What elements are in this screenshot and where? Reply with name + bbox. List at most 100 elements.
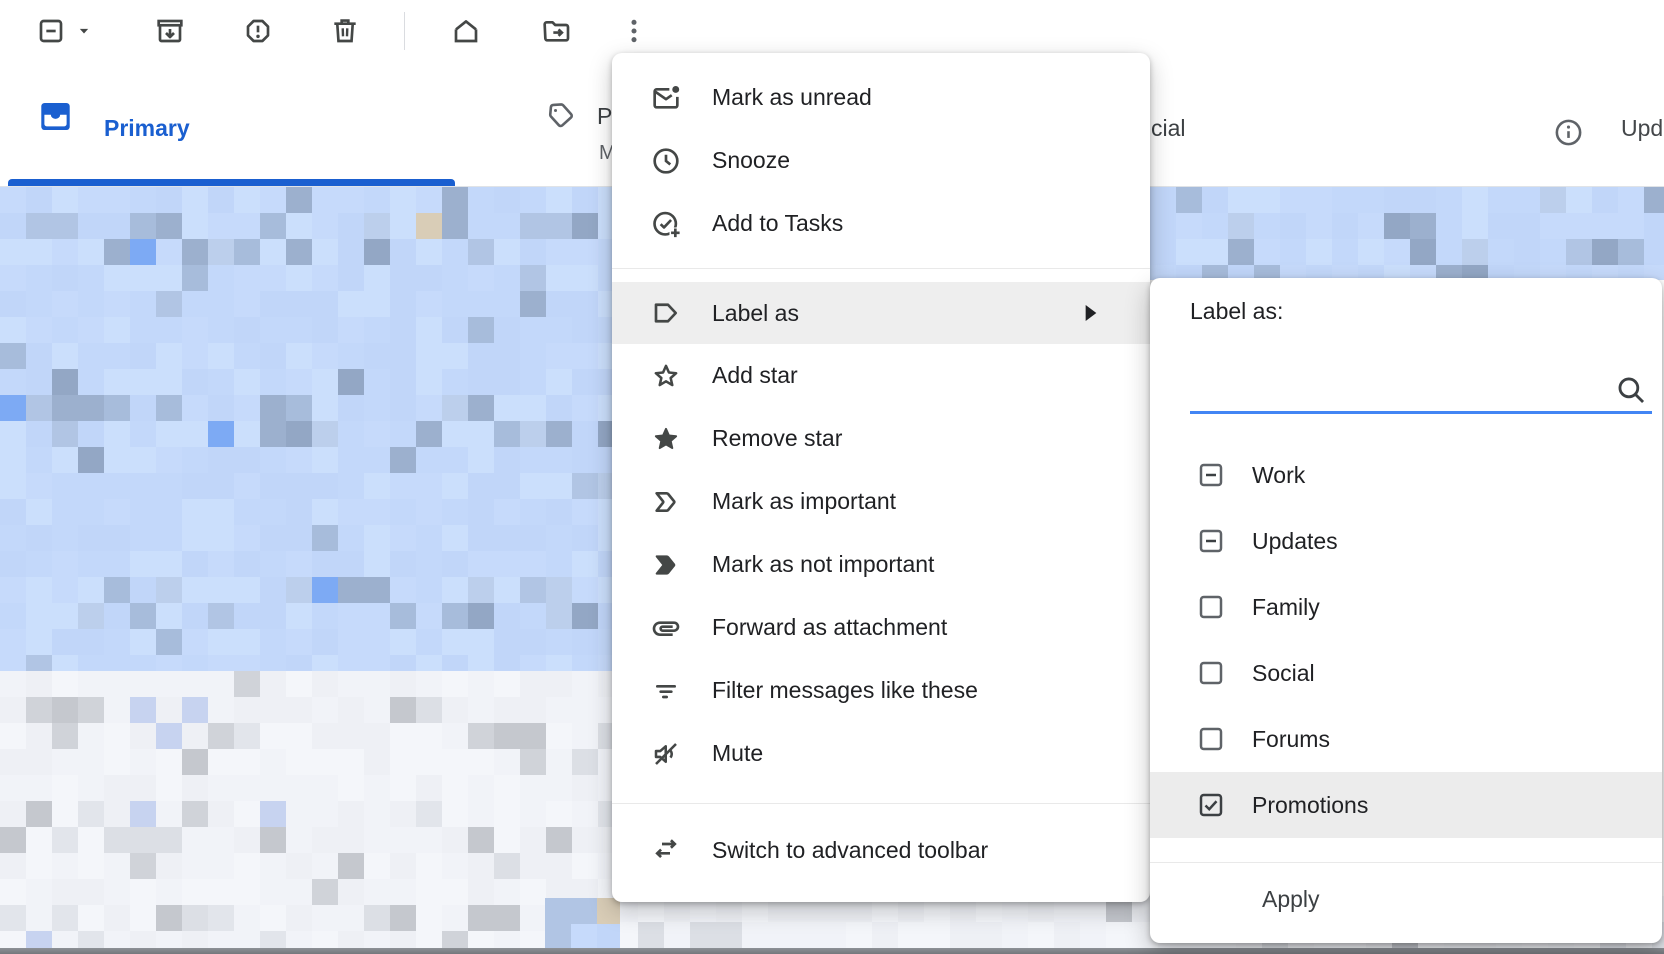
- menu-divider: [612, 268, 1150, 269]
- email-list-blurred-selected[interactable]: [0, 187, 616, 671]
- tab-primary-label[interactable]: Primary: [104, 115, 190, 142]
- menu-item-mark-as-not-important[interactable]: Mark as not important: [612, 533, 1150, 596]
- label-option-updates[interactable]: Updates: [1150, 508, 1662, 574]
- updates-info-icon: [1553, 117, 1584, 148]
- label-option-social[interactable]: Social: [1150, 640, 1662, 706]
- select-dropdown[interactable]: [72, 14, 96, 48]
- email-list-blurred-unselected[interactable]: [0, 671, 616, 948]
- tab-social-label-fragment[interactable]: cial: [1151, 115, 1186, 142]
- menu-item-label-as[interactable]: Label as: [612, 282, 1150, 344]
- label-name: Forums: [1252, 726, 1330, 753]
- menu-item-label: Snooze: [712, 147, 790, 174]
- checkbox-empty-icon: [1196, 658, 1226, 688]
- important-filled-icon: [650, 549, 682, 581]
- filter-lines-icon: [650, 675, 682, 707]
- menu-item-forward-as-attachment[interactable]: Forward as attachment: [612, 596, 1150, 659]
- move-to-folder-icon: [540, 15, 572, 47]
- menu-item-switch-toolbar[interactable]: Switch to advanced toolbar: [612, 817, 1150, 883]
- menu-item-label: Forward as attachment: [712, 614, 947, 641]
- paperclip-icon: [650, 612, 682, 644]
- report-spam-button[interactable]: [241, 14, 275, 48]
- menu-item-label: Mute: [712, 740, 763, 767]
- label-name: Promotions: [1252, 792, 1368, 819]
- checkbox-empty-icon: [1196, 724, 1226, 754]
- menu-item-add-star[interactable]: Add star: [612, 344, 1150, 407]
- menu-item-label: Mark as important: [712, 488, 896, 515]
- label-option-promotions[interactable]: Promotions: [1150, 772, 1662, 838]
- menu-item-label: Mark as not important: [712, 551, 934, 578]
- report-spam-icon: [242, 15, 274, 47]
- star-filled-icon: [650, 423, 682, 455]
- trash-icon: [329, 15, 361, 47]
- menu-divider: [612, 803, 1150, 804]
- more-options-button[interactable]: [617, 14, 651, 48]
- move-to-button[interactable]: [539, 14, 573, 48]
- archive-icon: [154, 15, 186, 47]
- select-checkbox[interactable]: [34, 14, 68, 48]
- menu-item-label: Mark as unread: [712, 84, 872, 111]
- submenu-arrow-icon: [1084, 305, 1098, 321]
- menu-item-label: Remove star: [712, 425, 842, 452]
- apply-button[interactable]: Apply: [1252, 880, 1330, 919]
- menu-item-label: Label as: [712, 300, 799, 327]
- label-as-title: Label as:: [1190, 298, 1283, 325]
- delete-button[interactable]: [328, 14, 362, 48]
- swap-arrows-icon: [650, 834, 682, 866]
- menu-item-filter-messages[interactable]: Filter messages like these: [612, 659, 1150, 722]
- active-tab-indicator: [8, 179, 455, 186]
- caret-down-icon: [74, 21, 94, 41]
- menu-item-label: Filter messages like these: [712, 677, 978, 704]
- tab-primary[interactable]: [40, 102, 71, 131]
- email-blurred-blue-patch: [545, 898, 620, 948]
- toolbar-divider: [404, 12, 405, 50]
- label-option-work[interactable]: Work: [1150, 442, 1662, 508]
- checkbox-indeterminate-icon: [1196, 460, 1226, 490]
- menu-item-label: Add to Tasks: [712, 210, 843, 237]
- label-option-family[interactable]: Family: [1150, 574, 1662, 640]
- menu-item-mute[interactable]: Mute: [612, 722, 1150, 785]
- menu-item-label: Add star: [712, 362, 798, 389]
- promotions-tag-icon: [543, 100, 576, 133]
- envelope-unread-icon: [650, 82, 682, 114]
- label-name: Work: [1252, 462, 1305, 489]
- important-outline-icon: [650, 486, 682, 518]
- label-search-input[interactable]: [1190, 373, 1614, 409]
- menu-item-mark-as-important[interactable]: Mark as important: [612, 470, 1150, 533]
- task-add-icon: [650, 208, 682, 240]
- open-envelope-icon: [450, 15, 482, 47]
- star-outline-icon: [650, 360, 682, 392]
- menu-item-add-to-tasks[interactable]: Add to Tasks: [612, 192, 1150, 255]
- label-name: Social: [1252, 660, 1315, 687]
- tab-updates-label-fragment[interactable]: Upd: [1621, 115, 1663, 142]
- checkbox-empty-icon: [1196, 592, 1226, 622]
- label-option-forums[interactable]: Forums: [1150, 706, 1662, 772]
- search-underline: [1190, 411, 1652, 414]
- volume-off-icon: [650, 738, 682, 770]
- label-as-submenu: Label as: Work Updates Family: [1150, 278, 1662, 943]
- label-name: Family: [1252, 594, 1320, 621]
- label-tag-icon: [650, 297, 682, 329]
- archive-button[interactable]: [153, 14, 187, 48]
- label-search-field[interactable]: [1190, 373, 1652, 411]
- tab-promotions-label-fragment[interactable]: P: [597, 103, 612, 130]
- mark-as-read-button[interactable]: [449, 14, 483, 48]
- three-dots-vertical-icon: [618, 15, 650, 47]
- checkbox-indeterminate-icon: [35, 15, 67, 47]
- menu-item-label: Switch to advanced toolbar: [712, 837, 988, 864]
- menu-item-remove-star[interactable]: Remove star: [612, 407, 1150, 470]
- menu-item-snooze[interactable]: Snooze: [612, 129, 1150, 192]
- clock-icon: [650, 145, 682, 177]
- submenu-divider: [1150, 862, 1662, 863]
- gmail-window: Primary P M cial Upd Mark as un: [0, 0, 1664, 954]
- tab-updates[interactable]: [1553, 117, 1584, 148]
- primary-inbox-icon: [40, 102, 71, 131]
- menu-item-mark-as-unread[interactable]: Mark as unread: [612, 66, 1150, 129]
- tab-promotions[interactable]: [543, 100, 576, 133]
- window-bottom-edge: [0, 948, 1664, 954]
- label-name: Updates: [1252, 528, 1338, 555]
- message-more-context-menu: Mark as unread Snooze Add to Tasks Label…: [612, 53, 1150, 902]
- email-row-blurred-right: [1150, 187, 1664, 280]
- checkbox-indeterminate-icon: [1196, 526, 1226, 556]
- search-icon: [1614, 373, 1648, 407]
- checkbox-checked-icon: [1196, 790, 1226, 820]
